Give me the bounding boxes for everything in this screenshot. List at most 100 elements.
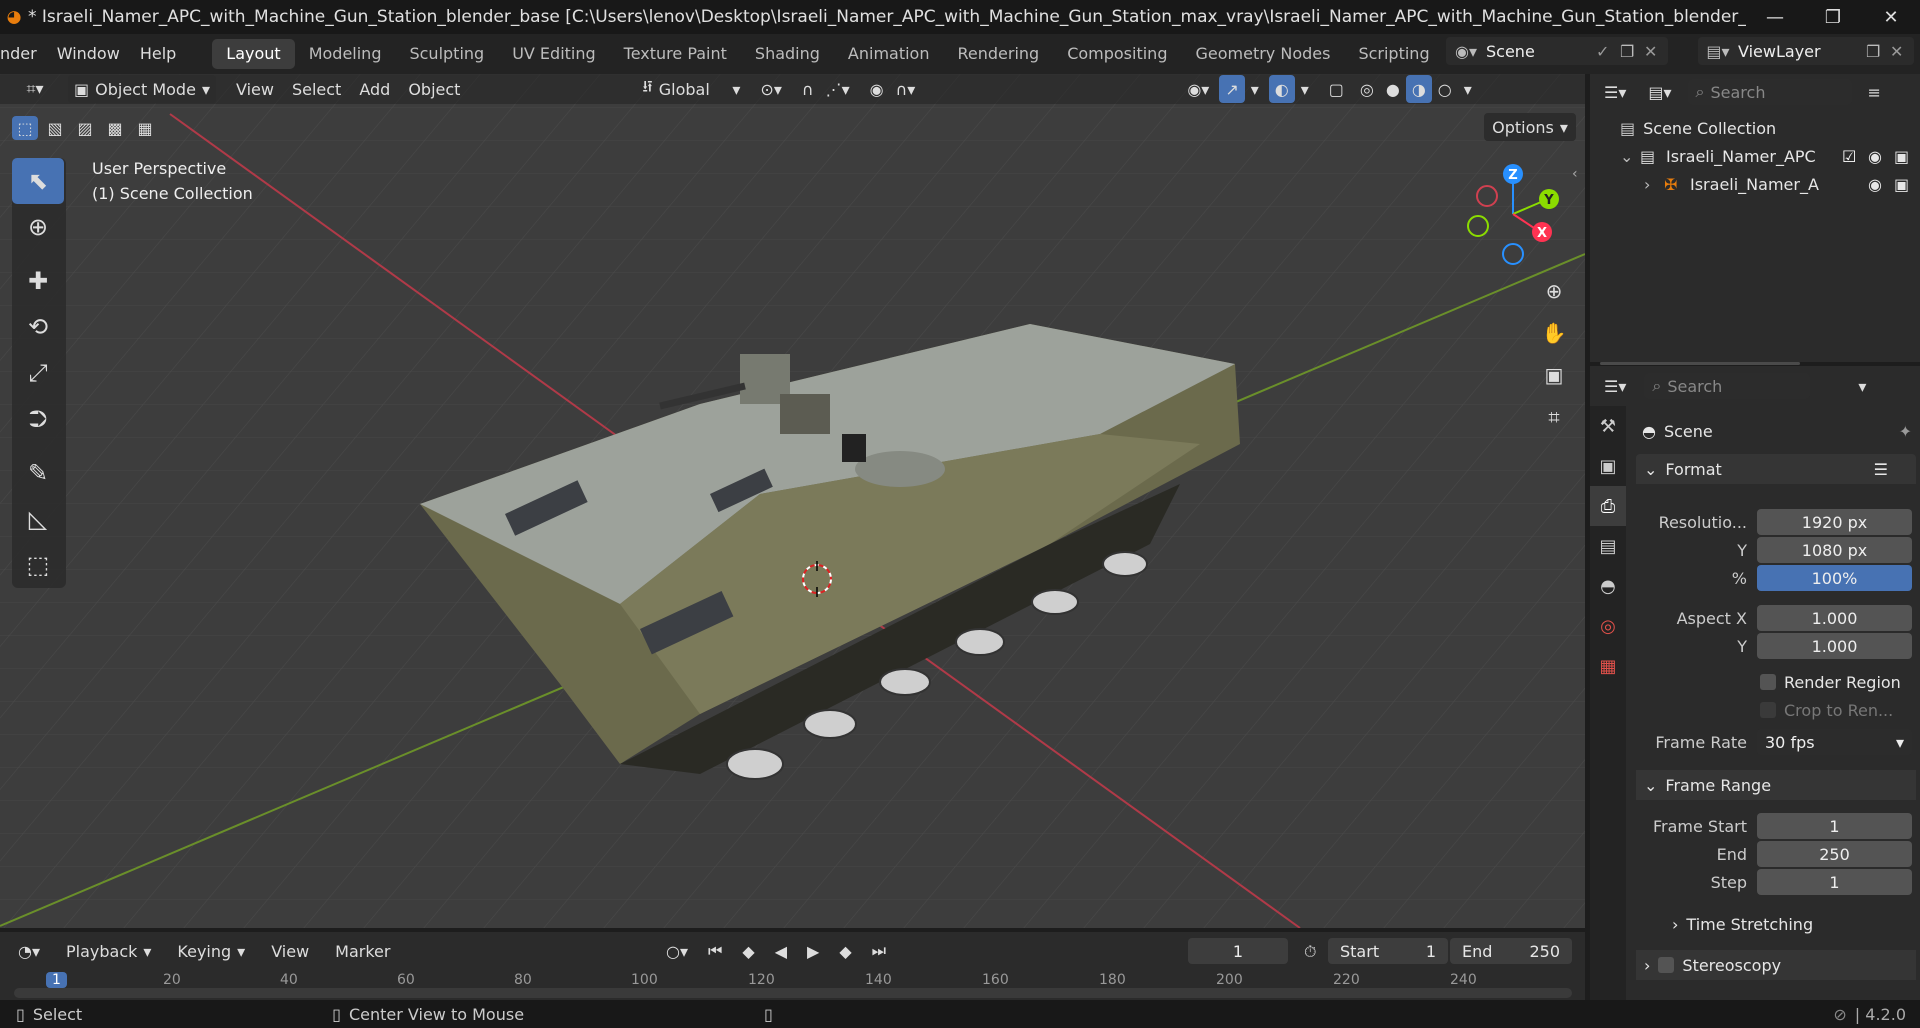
menu-help[interactable]: Help xyxy=(130,34,186,74)
stereoscopy-checkbox[interactable] xyxy=(1658,957,1675,973)
menu-window[interactable]: Window xyxy=(47,34,130,74)
scene-tab-icon[interactable]: ◓ xyxy=(1590,566,1626,606)
resolution-y-field[interactable]: 1080 px xyxy=(1757,537,1912,563)
format-panel-header[interactable]: ⌄ Format ☰ xyxy=(1636,454,1916,484)
checkbox-icon[interactable]: ☑ xyxy=(1842,147,1868,166)
camera-icon[interactable]: ▣ xyxy=(1894,147,1920,166)
select-subtract-icon[interactable]: ▨ xyxy=(72,116,98,140)
stopwatch-icon[interactable]: ⏱ xyxy=(1298,938,1322,966)
chevron-right-icon[interactable]: › xyxy=(1644,175,1664,194)
render-region-checkbox[interactable] xyxy=(1760,674,1776,690)
pin-icon[interactable]: ✓ xyxy=(1596,42,1620,61)
chevron-down-icon[interactable]: ▾ xyxy=(1852,372,1872,400)
visibility-icon[interactable]: ◉▾ xyxy=(1181,75,1215,103)
xray-icon[interactable]: ▢ xyxy=(1323,75,1350,103)
scale-tool-icon[interactable]: ⤢ xyxy=(12,350,64,396)
pin-icon[interactable]: ✦ xyxy=(1899,422,1912,441)
display-mode-icon[interactable]: ▤▾ xyxy=(1642,78,1677,106)
menu-render[interactable]: nder xyxy=(0,34,47,74)
eye-icon[interactable]: ◉ xyxy=(1868,175,1894,194)
transform-orientation-dropdown[interactable]: ⭿ Global ▾ xyxy=(636,75,746,103)
minimize-icon[interactable]: — xyxy=(1746,0,1804,34)
auto-keying-icon[interactable]: ○▾ xyxy=(660,937,694,965)
gizmo-toggle-icon[interactable]: ↗ xyxy=(1219,75,1245,103)
snap-icon[interactable]: ∩ xyxy=(796,75,820,103)
tab-shading[interactable]: Shading xyxy=(741,39,834,69)
menu-keying[interactable]: Keying ▾ xyxy=(171,937,251,965)
move-tool-icon[interactable]: ✚ xyxy=(12,258,64,304)
transform-tool-icon[interactable]: ⮊ xyxy=(12,396,64,442)
eye-icon[interactable]: ◉ xyxy=(1868,147,1894,166)
select-invert-icon[interactable]: ▩ xyxy=(102,116,128,140)
menu-marker[interactable]: Marker xyxy=(329,937,396,965)
current-frame-field[interactable]: 1 xyxy=(1188,938,1288,964)
render-tab-icon[interactable]: ▣ xyxy=(1590,446,1626,486)
view-layer-tab-icon[interactable]: ▤ xyxy=(1590,526,1626,566)
aspect-x-field[interactable]: 1.000 xyxy=(1757,605,1912,631)
play-reverse-icon[interactable]: ◀ xyxy=(769,937,793,965)
options-dropdown[interactable]: Options ▾ xyxy=(1484,113,1576,141)
viewlayer-selector[interactable]: ▤▾ ViewLayer ❐ ✕ xyxy=(1698,37,1914,65)
menu-timeline-view[interactable]: View xyxy=(265,937,315,965)
world-tab-icon[interactable]: ◎ xyxy=(1590,606,1626,646)
properties-search-input[interactable]: ⌕ Search xyxy=(1644,373,1811,399)
render-region-row[interactable]: Render Region xyxy=(1642,668,1912,696)
proportional-edit-icon[interactable]: ◉ xyxy=(864,75,890,103)
timeline-scrollbar[interactable] xyxy=(14,988,1572,998)
outliner-row[interactable]: › ✠ Israeli_Namer_A ◉ ▣ xyxy=(1644,170,1920,198)
outliner-row[interactable]: ⌄ ▤ Israeli_Namer_APC ☑ ◉ ▣ xyxy=(1620,142,1920,170)
play-icon[interactable]: ▶ xyxy=(801,937,825,965)
editor-type-icon[interactable]: ⌗▾ xyxy=(14,75,56,103)
menu-object[interactable]: Object xyxy=(402,75,466,103)
delete-scene-icon[interactable]: ✕ xyxy=(1644,42,1668,61)
stereoscopy-panel-header[interactable]: › Stereoscopy xyxy=(1636,950,1916,980)
measure-tool-icon[interactable]: ◺ xyxy=(12,496,64,542)
wireframe-shading-icon[interactable]: ◎ xyxy=(1354,75,1380,103)
texture-tab-icon[interactable]: ▦ xyxy=(1590,646,1626,686)
tab-sculpting[interactable]: Sculpting xyxy=(395,39,498,69)
frame-step-field[interactable]: 1 xyxy=(1757,869,1912,895)
menu-select[interactable]: Select xyxy=(286,75,347,103)
tab-layout[interactable]: Layout xyxy=(212,39,295,69)
start-frame-field[interactable]: Start 1 xyxy=(1328,938,1448,964)
mode-selector[interactable]: ▣ Object Mode ▾ xyxy=(68,75,216,103)
select-extend-icon[interactable]: ▧ xyxy=(42,116,68,140)
menu-add[interactable]: Add xyxy=(353,75,396,103)
frame-rate-dropdown[interactable]: 30 fps ▾ xyxy=(1757,729,1912,755)
select-box-tool-icon[interactable]: ⬉ xyxy=(12,158,64,204)
tab-rendering[interactable]: Rendering xyxy=(943,39,1053,69)
new-scene-icon[interactable]: ❐ xyxy=(1620,42,1644,61)
output-tab-icon[interactable]: ⎙ xyxy=(1590,486,1626,526)
tab-compositing[interactable]: Compositing xyxy=(1053,39,1181,69)
solid-shading-icon[interactable]: ● xyxy=(1380,75,1406,103)
aspect-y-field[interactable]: 1.000 xyxy=(1757,633,1912,659)
restore-icon[interactable]: ❐ xyxy=(1804,0,1862,34)
sidebar-toggle-icon[interactable]: ‹ xyxy=(1572,166,1578,182)
gizmo-menu-icon[interactable]: ▾ xyxy=(1245,75,1265,103)
resolution-x-field[interactable]: 1920 px xyxy=(1757,509,1912,535)
pan-hand-icon[interactable]: ✋ xyxy=(1535,314,1573,352)
crop-row[interactable]: Crop to Ren... xyxy=(1642,696,1912,724)
camera-view-icon[interactable]: ▣ xyxy=(1535,356,1573,394)
outliner-scrollbar[interactable] xyxy=(1600,362,1800,365)
camera-icon[interactable]: ▣ xyxy=(1894,175,1920,194)
menu-playback[interactable]: Playback ▾ xyxy=(60,937,157,965)
jump-start-icon[interactable]: ⏮ xyxy=(702,937,728,965)
annotate-tool-icon[interactable]: ✎ xyxy=(12,450,64,496)
material-shading-icon[interactable]: ◑ xyxy=(1405,75,1432,103)
frame-start-field[interactable]: 1 xyxy=(1757,813,1912,839)
jump-end-icon[interactable]: ⏭ xyxy=(866,937,892,965)
tool-tab-icon[interactable]: ⚒ xyxy=(1590,406,1626,446)
3d-viewport[interactable]: Z Y X ⌗▾ ▣ Object Mode ▾ View Select Add… xyxy=(0,74,1585,928)
end-frame-field[interactable]: End 250 xyxy=(1450,938,1572,964)
tab-uv-editing[interactable]: UV Editing xyxy=(498,39,609,69)
tab-animation[interactable]: Animation xyxy=(834,39,944,69)
delete-viewlayer-icon[interactable]: ✕ xyxy=(1890,42,1914,61)
prev-keyframe-icon[interactable]: ◆ xyxy=(736,937,760,965)
resolution-percent-slider[interactable]: 100% xyxy=(1757,565,1912,591)
frame-end-field[interactable]: 250 xyxy=(1757,841,1912,867)
menu-view[interactable]: View xyxy=(230,75,280,103)
timeline-editor-type-icon[interactable]: ◔▾ xyxy=(12,937,46,965)
crop-checkbox[interactable] xyxy=(1760,702,1776,718)
tab-modeling[interactable]: Modeling xyxy=(295,39,396,69)
